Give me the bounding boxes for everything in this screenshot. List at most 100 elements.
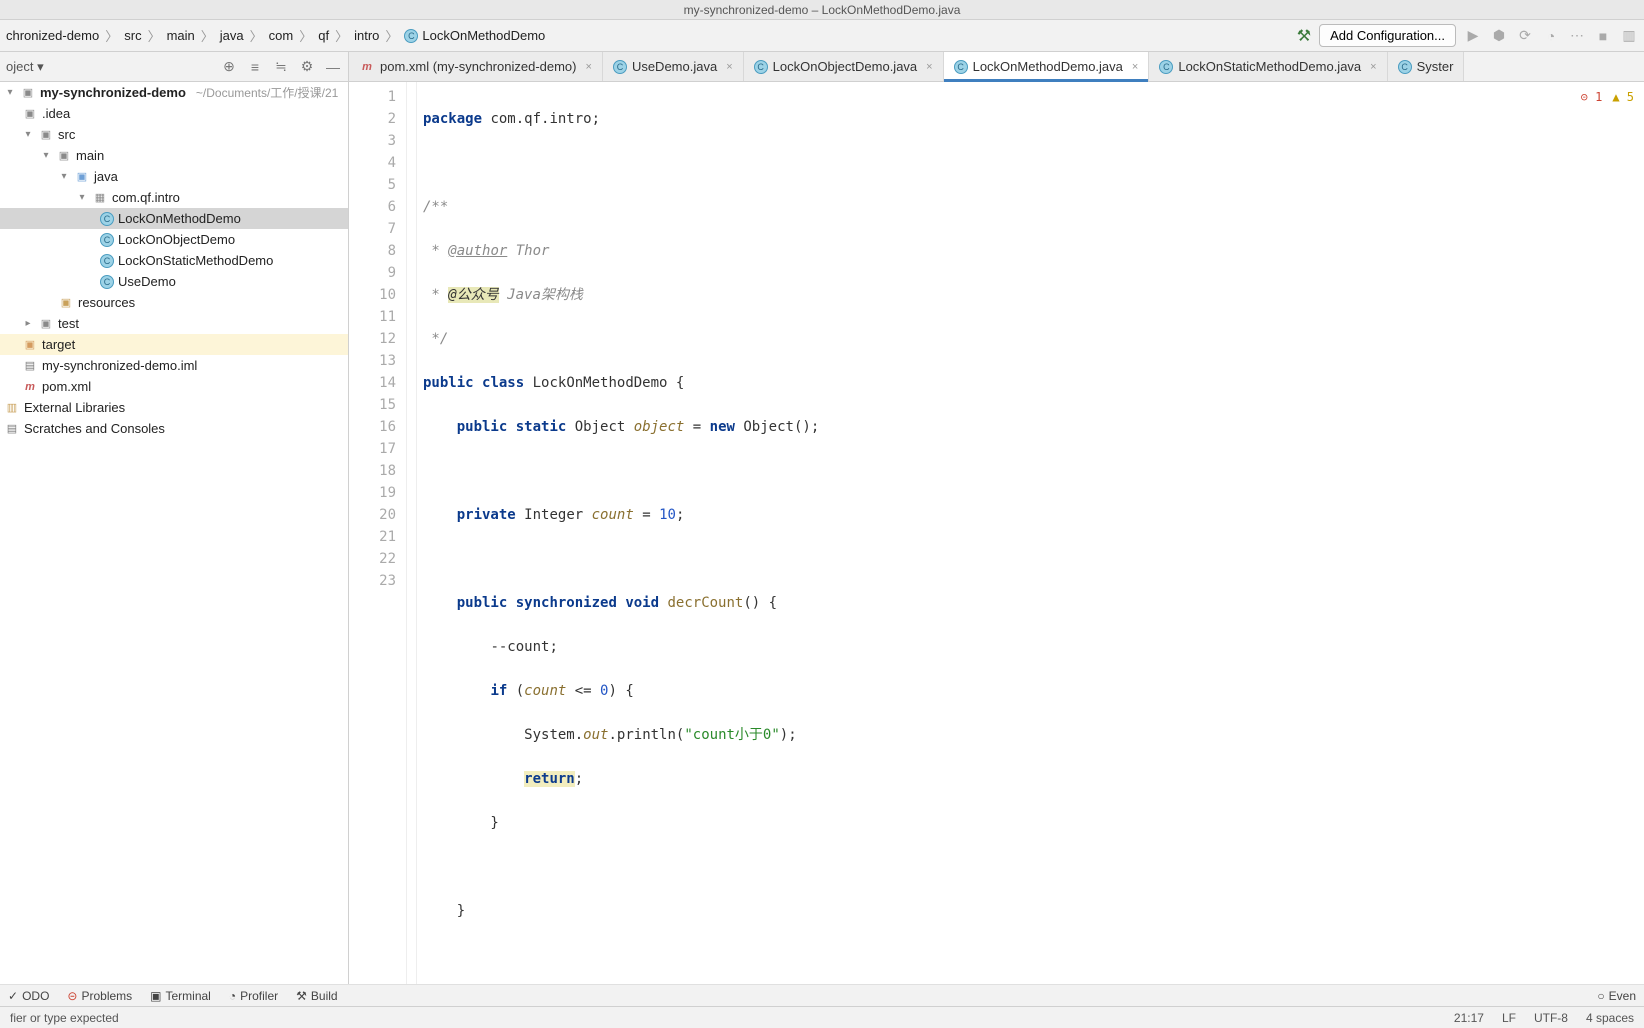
project-tool-window: oject ▾ ⊕ ≡ ≒ ⚙ — ▾▣my-synchronized-demo… xyxy=(0,52,349,984)
tree-row[interactable]: ▣resources xyxy=(0,292,348,313)
profile-icon[interactable]: ◔ xyxy=(1542,28,1560,44)
tab-lockonobject[interactable]: CLockOnObjectDemo.java× xyxy=(744,52,944,81)
profiler-tool[interactable]: ◔ Profiler xyxy=(229,989,278,1003)
inspection-widget[interactable]: ⊝ 1 ▲ 5 xyxy=(1581,86,1634,108)
tree-row[interactable]: ▾▣java xyxy=(0,166,348,187)
layout-icon[interactable]: ▥ xyxy=(1620,27,1638,44)
locate-icon[interactable]: ⊕ xyxy=(220,58,238,75)
tree-row[interactable]: CLockOnObjectDemo xyxy=(0,229,348,250)
close-icon[interactable]: × xyxy=(1132,61,1138,73)
tree-row[interactable]: CLockOnStaticMethodDemo xyxy=(0,250,348,271)
class-icon: C xyxy=(100,233,114,247)
hide-icon[interactable]: — xyxy=(324,59,342,75)
caret-position[interactable]: 21:17 xyxy=(1454,1011,1484,1025)
window-title: my-synchronized-demo – LockOnMethodDemo.… xyxy=(0,0,1644,20)
error-badge: ⊝ 1 xyxy=(1581,86,1603,108)
tree-row[interactable]: CUseDemo xyxy=(0,271,348,292)
close-icon[interactable]: × xyxy=(1370,61,1376,73)
folder-icon: ▣ xyxy=(22,106,38,122)
warning-badge: ▲ 5 xyxy=(1612,86,1634,108)
file-encoding[interactable]: UTF-8 xyxy=(1534,1011,1568,1025)
code-editor[interactable]: 1234567891011121314151617181920212223 pa… xyxy=(349,82,1644,984)
tree-row[interactable]: mpom.xml xyxy=(0,376,348,397)
code-content[interactable]: package com.qf.intro; /** * @author Thor… xyxy=(417,82,1644,984)
tab-lockonstatic[interactable]: CLockOnStaticMethodDemo.java× xyxy=(1149,52,1387,81)
close-icon[interactable]: × xyxy=(726,61,732,73)
stop-icon[interactable]: ■ xyxy=(1594,28,1612,44)
tree-row[interactable]: ▣target xyxy=(0,334,348,355)
add-config-button[interactable]: Add Configuration... xyxy=(1319,24,1456,47)
crumb[interactable]: src〉 xyxy=(124,26,162,45)
bottom-tool-windows: ✓ ODO ⊝ Problems ▣ Terminal ◔ Profiler ⚒… xyxy=(0,984,1644,1006)
class-icon: C xyxy=(1159,60,1173,74)
tree-row[interactable]: ▾▦com.qf.intro xyxy=(0,187,348,208)
debug-icon[interactable]: ⬢ xyxy=(1490,27,1508,44)
close-icon[interactable]: × xyxy=(586,61,592,73)
resources-folder-icon: ▣ xyxy=(58,295,74,311)
editor-tabs: mpom.xml (my-synchronized-demo)× CUseDem… xyxy=(349,52,1644,82)
nav-toolbar: chronized-demo〉 src〉 main〉 java〉 com〉 qf… xyxy=(0,20,1644,52)
crumb[interactable]: qf〉 xyxy=(318,26,350,45)
class-icon: C xyxy=(100,275,114,289)
crumb[interactable]: main〉 xyxy=(167,26,216,45)
tree-row[interactable]: ▸▣test xyxy=(0,313,348,334)
project-view-selector[interactable]: oject ▾ xyxy=(6,59,212,75)
libraries-icon: ▥ xyxy=(4,400,20,416)
crumb[interactable]: chronized-demo〉 xyxy=(6,26,120,45)
package-icon: ▦ xyxy=(92,190,108,206)
folder-icon: ▣ xyxy=(38,127,54,143)
terminal-tool[interactable]: ▣ Terminal xyxy=(150,989,211,1003)
tree-row[interactable]: ▤Scratches and Consoles xyxy=(0,418,348,439)
status-message: fier or type expected xyxy=(10,1011,119,1025)
crumb[interactable]: intro〉 xyxy=(354,26,400,45)
class-icon: C xyxy=(100,212,114,226)
indent-info[interactable]: 4 spaces xyxy=(1586,1011,1634,1025)
line-separator[interactable]: LF xyxy=(1502,1011,1516,1025)
crumb[interactable]: java〉 xyxy=(220,26,265,45)
crumb[interactable]: CLockOnMethodDemo xyxy=(404,28,545,43)
folder-icon: ▣ xyxy=(38,316,54,332)
project-tree[interactable]: ▾▣my-synchronized-demo~/Documents/工作/授课/… xyxy=(0,82,348,984)
tab-lockonmethod[interactable]: CLockOnMethodDemo.java× xyxy=(944,52,1150,81)
run-icon[interactable]: ▶ xyxy=(1464,27,1482,44)
src-folder-icon: ▣ xyxy=(74,169,90,185)
build-icon[interactable]: ⚒ xyxy=(1297,26,1311,46)
expand-all-icon[interactable]: ≡ xyxy=(246,59,264,75)
tree-row[interactable]: ▾▣main xyxy=(0,145,348,166)
todo-tool[interactable]: ✓ ODO xyxy=(8,989,49,1003)
status-bar: fier or type expected 21:17 LF UTF-8 4 s… xyxy=(0,1006,1644,1028)
project-icon: ▣ xyxy=(20,85,36,101)
event-log-tool[interactable]: ○ Even xyxy=(1597,989,1636,1003)
tree-row[interactable]: ▾▣src xyxy=(0,124,348,145)
class-icon: C xyxy=(404,29,418,43)
class-icon: C xyxy=(954,60,968,74)
folder-icon: ▣ xyxy=(56,148,72,164)
class-icon: C xyxy=(1398,60,1412,74)
attach-icon[interactable]: ⋯ xyxy=(1568,27,1586,44)
iml-icon: ▤ xyxy=(22,358,38,374)
coverage-icon[interactable]: ⟳ xyxy=(1516,27,1534,44)
class-icon: C xyxy=(613,60,627,74)
class-icon: C xyxy=(100,254,114,268)
build-tool[interactable]: ⚒ Build xyxy=(296,989,337,1003)
scratches-icon: ▤ xyxy=(4,421,20,437)
tab-usedemo[interactable]: CUseDemo.java× xyxy=(603,52,744,81)
tab-pom[interactable]: mpom.xml (my-synchronized-demo)× xyxy=(349,52,603,81)
collapse-all-icon[interactable]: ≒ xyxy=(272,58,290,75)
maven-icon: m xyxy=(359,59,375,75)
target-folder-icon: ▣ xyxy=(22,337,38,353)
breadcrumb: chronized-demo〉 src〉 main〉 java〉 com〉 qf… xyxy=(6,26,1297,45)
gutter: 1234567891011121314151617181920212223 xyxy=(349,82,407,984)
tree-row[interactable]: ▤my-synchronized-demo.iml xyxy=(0,355,348,376)
problems-tool[interactable]: ⊝ Problems xyxy=(67,989,132,1003)
tab-system[interactable]: CSyster xyxy=(1388,52,1465,81)
tree-row-project[interactable]: ▾▣my-synchronized-demo~/Documents/工作/授课/… xyxy=(0,82,348,103)
tree-row[interactable]: ▥External Libraries xyxy=(0,397,348,418)
settings-icon[interactable]: ⚙ xyxy=(298,58,316,75)
error-stripe xyxy=(407,82,417,984)
class-icon: C xyxy=(754,60,768,74)
close-icon[interactable]: × xyxy=(926,61,932,73)
tree-row[interactable]: ▣.idea xyxy=(0,103,348,124)
crumb[interactable]: com〉 xyxy=(269,26,315,45)
tree-row-selected[interactable]: CLockOnMethodDemo xyxy=(0,208,348,229)
